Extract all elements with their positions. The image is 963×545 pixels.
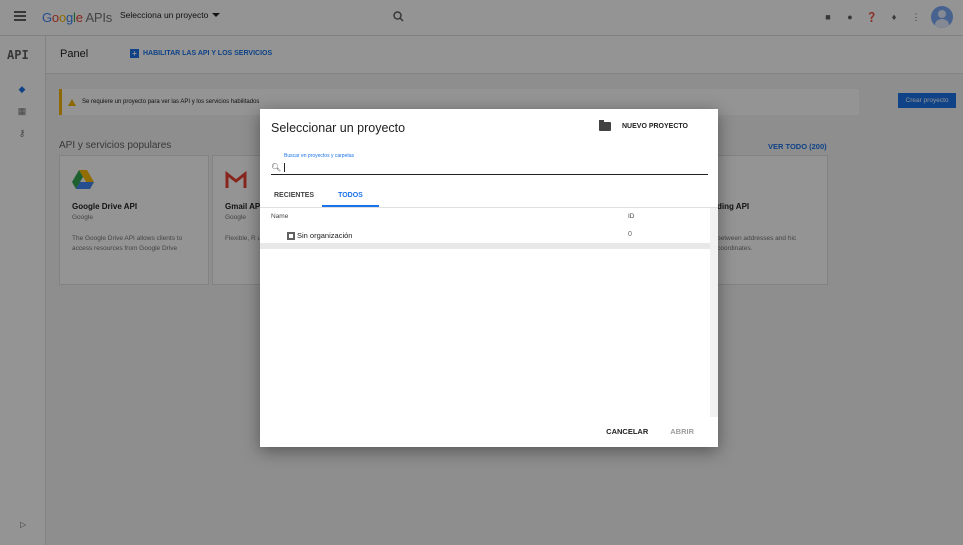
row-name: Sin organización <box>297 231 353 240</box>
dialog-tabs: RECIENTES TODOS <box>271 189 379 207</box>
tab-recientes[interactable]: RECIENTES <box>271 189 322 207</box>
new-folder-icon <box>599 120 611 131</box>
vertical-scrollbar[interactable] <box>710 208 718 417</box>
row-id: 0 <box>628 231 632 238</box>
dialog-title: Seleccionar un proyecto <box>271 121 406 135</box>
dialog-actions: CANCELAR ABRIR <box>606 427 694 436</box>
project-search-input[interactable]: 🔍︎ <box>271 160 708 175</box>
column-header-id[interactable]: ID <box>628 213 635 220</box>
search-icon: 🔍︎ <box>271 162 282 172</box>
row-name-cell: Sin organización <box>287 231 352 240</box>
tabs-divider <box>260 207 718 208</box>
table-row[interactable]: Sin organización 0 <box>260 229 710 243</box>
column-header-name[interactable]: Name <box>271 213 288 220</box>
cancel-button[interactable]: CANCELAR <box>606 427 648 436</box>
organization-icon <box>287 231 295 240</box>
select-project-dialog: Seleccionar un proyecto NUEVO PROYECTO B… <box>260 109 718 447</box>
open-button[interactable]: ABRIR <box>670 427 694 436</box>
horizontal-scrollbar[interactable] <box>260 243 710 249</box>
search-field-label: Buscar en proyectos y carpetas <box>284 153 355 159</box>
text-cursor <box>284 162 286 172</box>
new-project-label: NUEVO PROYECTO <box>622 123 688 130</box>
tab-todos[interactable]: TODOS <box>322 189 379 207</box>
new-project-button[interactable]: NUEVO PROYECTO <box>599 120 688 131</box>
